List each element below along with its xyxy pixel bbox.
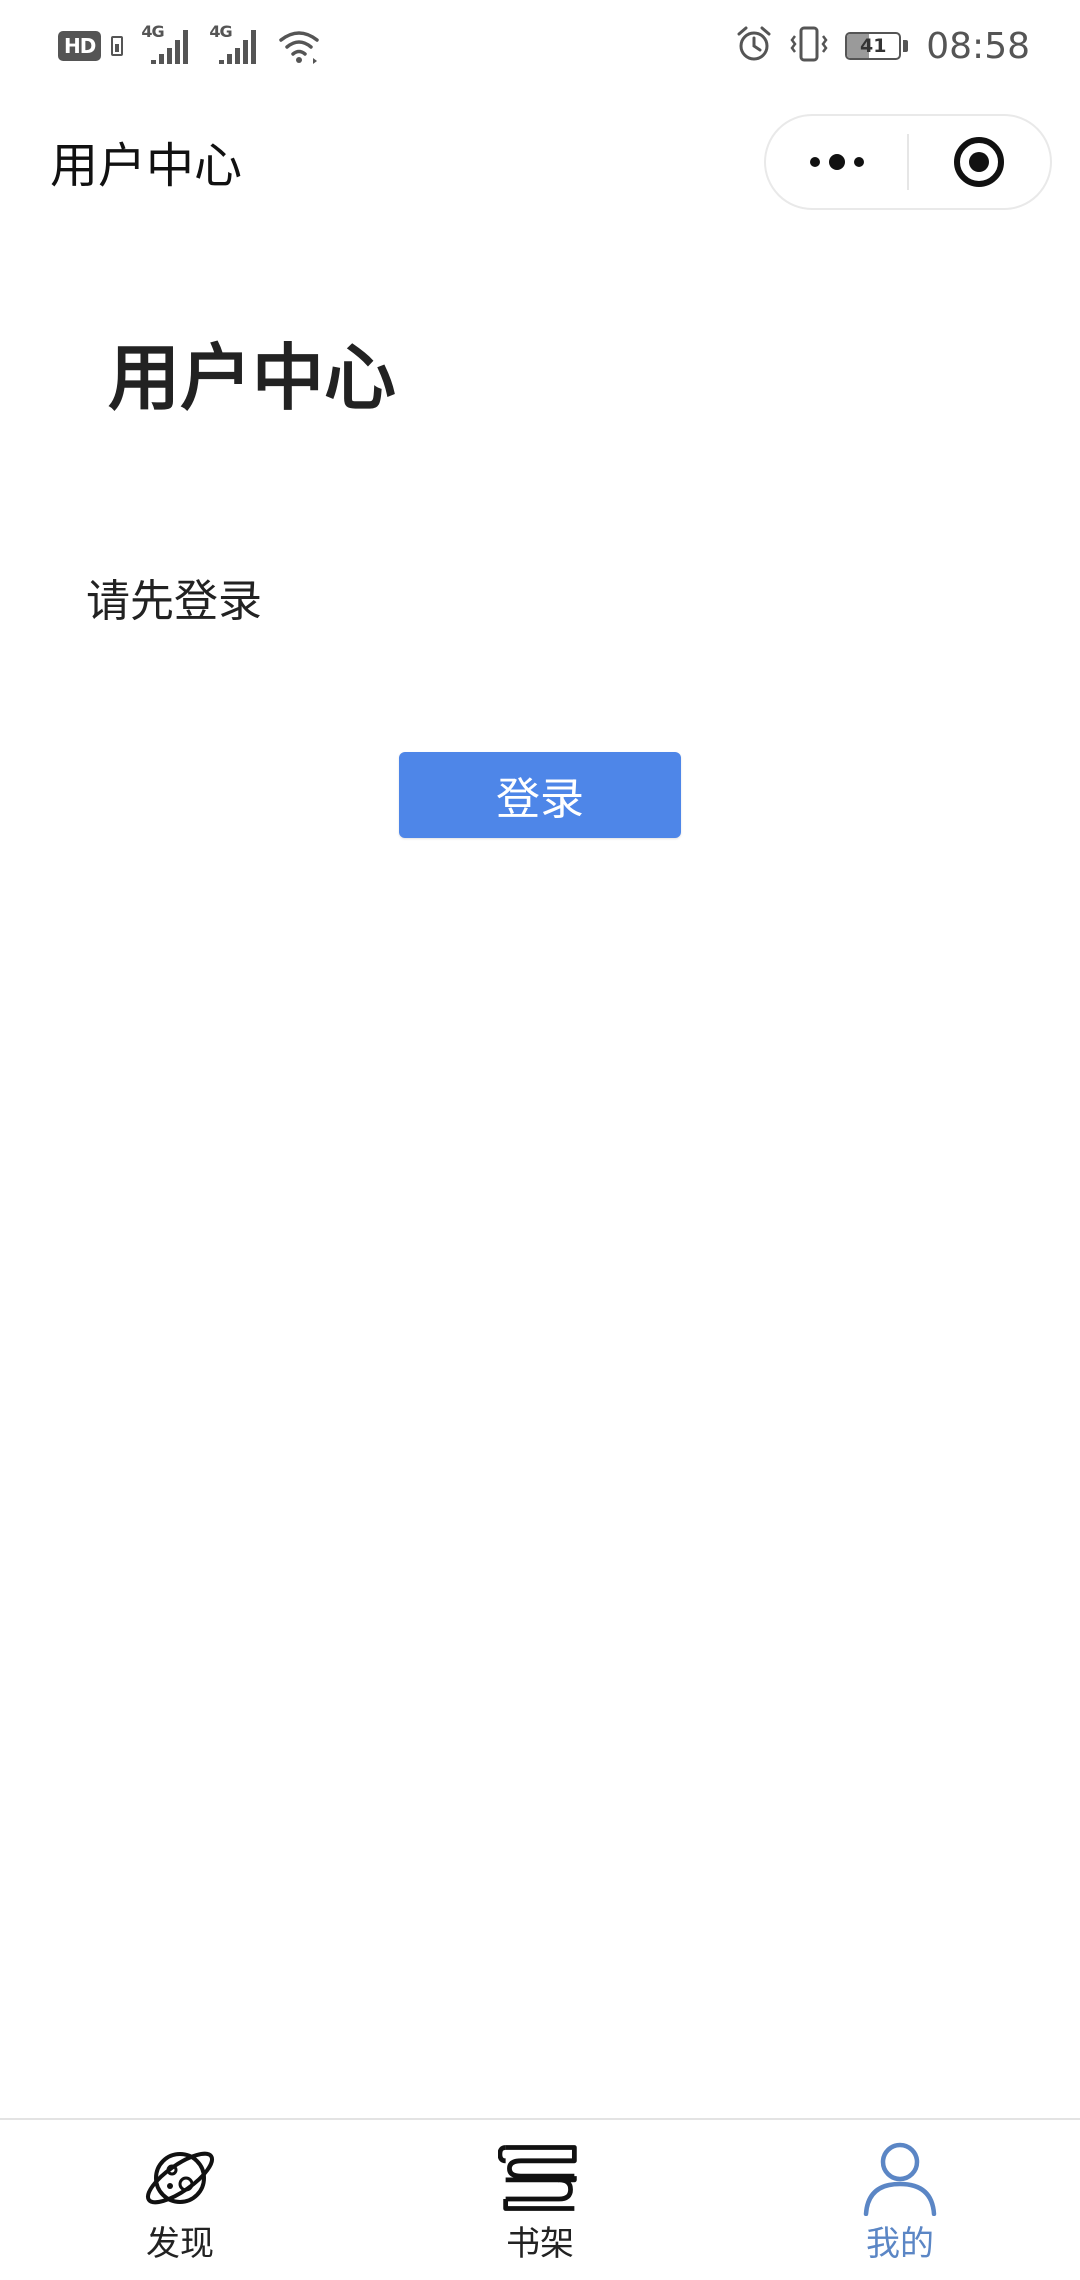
more-dots-icon (809, 154, 864, 170)
more-button[interactable] (766, 116, 907, 208)
status-bar-left: HD 4G 4G (58, 22, 321, 68)
page-heading: 用户中心 (108, 336, 397, 420)
network-type-label-2: 4G (209, 22, 232, 41)
network-type-label: 4G (141, 22, 164, 41)
login-hint-text: 请先登录 (86, 576, 262, 627)
close-mini-program-button[interactable] (909, 116, 1050, 208)
battery-icon: 41 (845, 32, 909, 60)
hd-badge: HD (58, 31, 102, 61)
tab-label-bookshelf: 书架 (506, 2224, 574, 2264)
tab-bar: 发现 书架 我的 (0, 2118, 1080, 2280)
login-button[interactable]: 登录 (399, 752, 681, 838)
planet-icon (138, 2140, 222, 2216)
target-circle-icon (954, 137, 1005, 187)
battery-tip (903, 40, 909, 52)
tab-label-mine: 我的 (866, 2224, 934, 2264)
signal-icon-2: 4G (209, 22, 267, 68)
vibrate-icon (787, 24, 831, 68)
status-bar-right: 41 08:58 (735, 22, 1030, 70)
tab-discover[interactable]: 发现 (0, 2120, 360, 2280)
mini-program-capsule (764, 114, 1052, 210)
signal-icon: 4G (141, 22, 199, 68)
status-bar: HD 4G 4G 41 08:58 (0, 0, 1080, 92)
user-icon (858, 2140, 942, 2216)
tab-label-discover: 发现 (146, 2224, 214, 2264)
sim-icon (111, 36, 124, 56)
tab-mine[interactable]: 我的 (720, 2120, 1080, 2280)
nav-title: 用户中心 (50, 138, 243, 194)
bookshelf-icon (498, 2140, 582, 2216)
navigation-bar: 用户中心 (0, 100, 1080, 230)
tab-bookshelf[interactable]: 书架 (360, 2120, 720, 2280)
alarm-icon (735, 24, 773, 68)
status-time: 08:58 (926, 25, 1030, 67)
battery-body: 41 (845, 32, 902, 60)
wifi-icon (277, 24, 321, 68)
battery-level: 41 (860, 35, 887, 57)
